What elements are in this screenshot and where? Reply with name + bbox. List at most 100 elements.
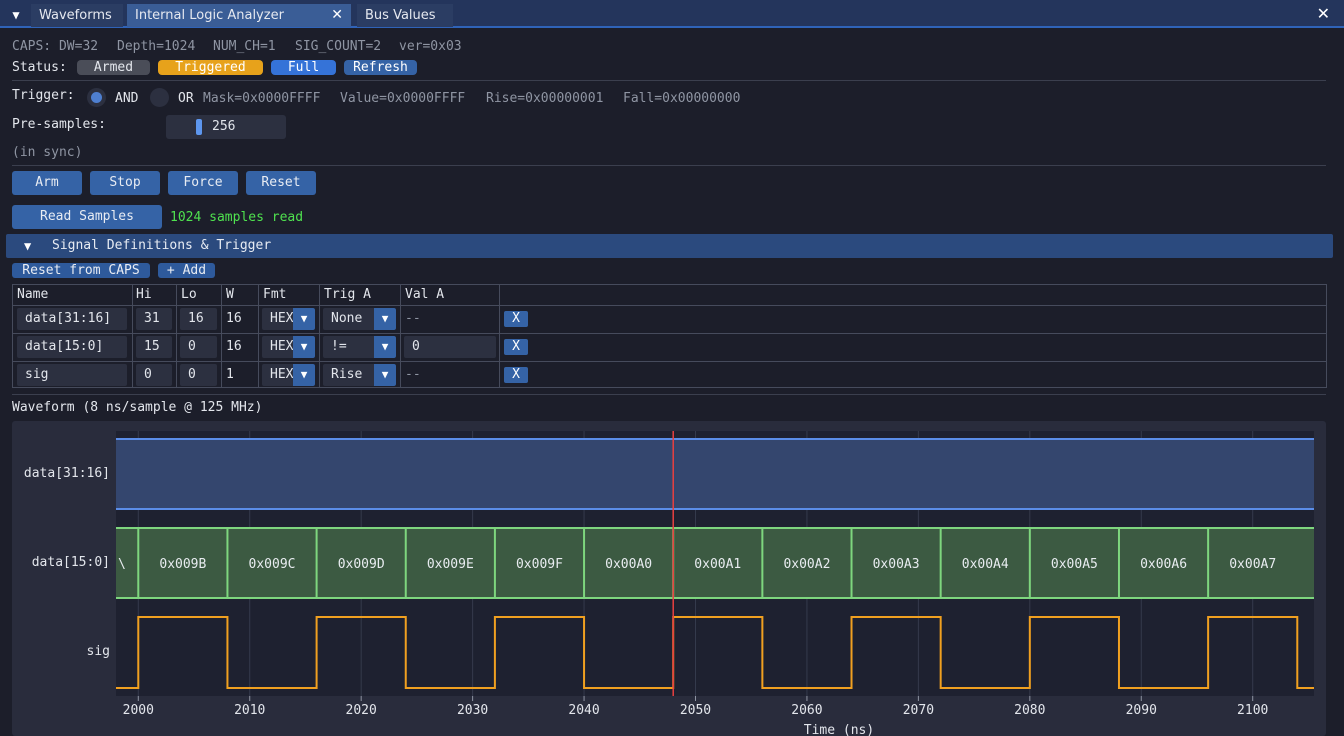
trigger-or-radio[interactable] [150, 88, 169, 107]
row-divider [13, 305, 1326, 306]
signal-table: Name Hi Lo W Fmt Trig A Val A data[31:16… [12, 284, 1327, 388]
close-icon[interactable]: ✕ [1317, 4, 1330, 23]
axis-tick-label: 2060 [791, 703, 822, 718]
bus-value-label: 0x00A4 [962, 557, 1009, 572]
row-divider [13, 333, 1326, 334]
read-samples-button[interactable]: Read Samples [12, 205, 162, 229]
caps-num-ch: NUM_CH=1 [213, 39, 276, 54]
signal-hi-field[interactable]: 0 [136, 364, 172, 386]
signal-format-combo[interactable]: HEX ▼ [262, 364, 315, 386]
tab-bus-values[interactable]: Bus Values [357, 4, 453, 27]
refresh-button[interactable]: Refresh [344, 60, 417, 75]
waveform-plot[interactable]: 0x009B 0x009C 0x009D 0x009E 0x009F 0x00A0 0x00… [12, 421, 1326, 736]
triangle-down-icon: ▼ [374, 308, 396, 330]
triangle-down-icon: ▼ [293, 308, 315, 330]
waveform-view[interactable]: data[31:16] data[15:0] sig 0x009B 0x009C 0… [12, 421, 1326, 736]
close-icon[interactable]: ✕ [331, 4, 343, 27]
axis-tick-label: 2070 [903, 703, 934, 718]
trigger-mode-value: != [331, 339, 347, 354]
col-divider [176, 285, 177, 387]
divider [12, 394, 1326, 395]
presamples-value: 256 [212, 119, 236, 134]
trigger-rise: Rise=0x00000001 [486, 91, 604, 106]
trigger-label: Trigger: [12, 88, 75, 103]
signal-width: 1 [226, 367, 234, 382]
trigger-mode-combo[interactable]: Rise ▼ [323, 364, 396, 386]
delete-signal-button[interactable]: X [504, 339, 528, 355]
axis-tick-label: 2030 [457, 703, 488, 718]
tab-bar: ▼ Waveforms Internal Logic Analyzer ✕ Bu… [0, 0, 1344, 28]
caps-depth: Depth=1024 [117, 39, 196, 54]
bus-value-label: 0x009D [338, 557, 385, 572]
trigger-or-label: OR [178, 91, 194, 106]
reset-button[interactable]: Reset [246, 171, 316, 195]
trigger-mode-combo[interactable]: None ▼ [323, 308, 396, 330]
sync-status: (in sync) [12, 145, 83, 160]
triangle-down-icon: ▼ [293, 364, 315, 386]
col-divider [400, 285, 401, 387]
axis-tick-label: 2050 [680, 703, 711, 718]
divider [12, 165, 1326, 166]
col-header-trig: Trig A [324, 287, 371, 302]
slider-grab[interactable] [196, 119, 202, 135]
bus-value-label: 0x00A1 [694, 557, 741, 572]
axis-tick-label: 2040 [568, 703, 599, 718]
signal-lo-field[interactable]: 0 [180, 336, 217, 358]
status-label: Status: [12, 60, 67, 75]
trigger-value-placeholder: -- [405, 367, 421, 382]
signal-format-combo[interactable]: HEX ▼ [262, 308, 315, 330]
bus-value-label: 0x009F [516, 557, 563, 572]
signal-hi-field[interactable]: 15 [136, 336, 172, 358]
signal-lo-field[interactable]: 16 [180, 308, 217, 330]
delete-signal-button[interactable]: X [504, 367, 528, 383]
axis-tick-label: 2020 [346, 703, 377, 718]
caps-dw: CAPS: DW=32 [12, 39, 99, 54]
signal-lo-field[interactable]: 0 [180, 364, 217, 386]
divider [12, 80, 1326, 81]
bus-upper-fill [116, 439, 1314, 509]
signal-name-field[interactable]: sig [17, 364, 127, 386]
force-button[interactable]: Force [168, 171, 238, 195]
trigger-mask: Mask=0x0000FFFF [203, 91, 321, 106]
stop-button[interactable]: Stop [90, 171, 160, 195]
col-header-hi: Hi [136, 287, 152, 302]
bus-value-label: 0x00A6 [1140, 557, 1187, 572]
signal-hi-field[interactable]: 31 [136, 308, 172, 330]
status-badge-full: Full [271, 60, 336, 75]
triangle-down-icon: ▼ [374, 364, 396, 386]
caps-sig-count: SIG_COUNT=2 [295, 39, 382, 54]
signal-name-field[interactable]: data[31:16] [17, 308, 127, 330]
trigger-mode-value: None [331, 311, 363, 326]
axis-tick-label: 2090 [1126, 703, 1157, 718]
trigger-value-placeholder: -- [405, 311, 421, 326]
tab-waveforms[interactable]: Waveforms [31, 4, 123, 27]
signal-name-field[interactable]: data[15:0] [17, 336, 127, 358]
signal-definitions-header[interactable]: ▼ Signal Definitions & Trigger [6, 234, 1333, 258]
axis-tick-label: 2080 [1014, 703, 1045, 718]
trigger-mode-value: Rise [331, 367, 363, 382]
tab-label: Internal Logic Analyzer [135, 8, 284, 23]
tab-label: Waveforms [39, 8, 112, 23]
trigger-mode-combo[interactable]: != ▼ [323, 336, 396, 358]
trigger-fall: Fall=0x00000000 [623, 91, 741, 106]
format-value: HEX [270, 339, 294, 354]
status-badge-triggered: Triggered [158, 60, 263, 75]
add-signal-button[interactable]: + Add [158, 263, 215, 278]
arm-button[interactable]: Arm [12, 171, 82, 195]
reset-from-caps-button[interactable]: Reset from CAPS [12, 263, 150, 278]
signal-format-combo[interactable]: HEX ▼ [262, 336, 315, 358]
read-result: 1024 samples read [170, 210, 304, 225]
bus-value-label: 0x00A5 [1051, 557, 1098, 572]
presamples-slider[interactable]: 256 [166, 115, 286, 139]
col-divider [221, 285, 222, 387]
trigger-and-radio[interactable] [87, 88, 106, 107]
triangle-down-icon[interactable]: ▼ [6, 6, 26, 24]
delete-signal-button[interactable]: X [504, 311, 528, 327]
signal-width: 16 [226, 311, 242, 326]
tab-internal-logic-analyzer[interactable]: Internal Logic Analyzer ✕ [127, 4, 351, 27]
bus-value-label: 0x00A0 [605, 557, 652, 572]
trigger-value-field[interactable]: 0 [404, 336, 496, 358]
presamples-label: Pre-samples: [12, 117, 106, 132]
row-divider [13, 361, 1326, 362]
triangle-down-icon: ▼ [293, 336, 315, 358]
